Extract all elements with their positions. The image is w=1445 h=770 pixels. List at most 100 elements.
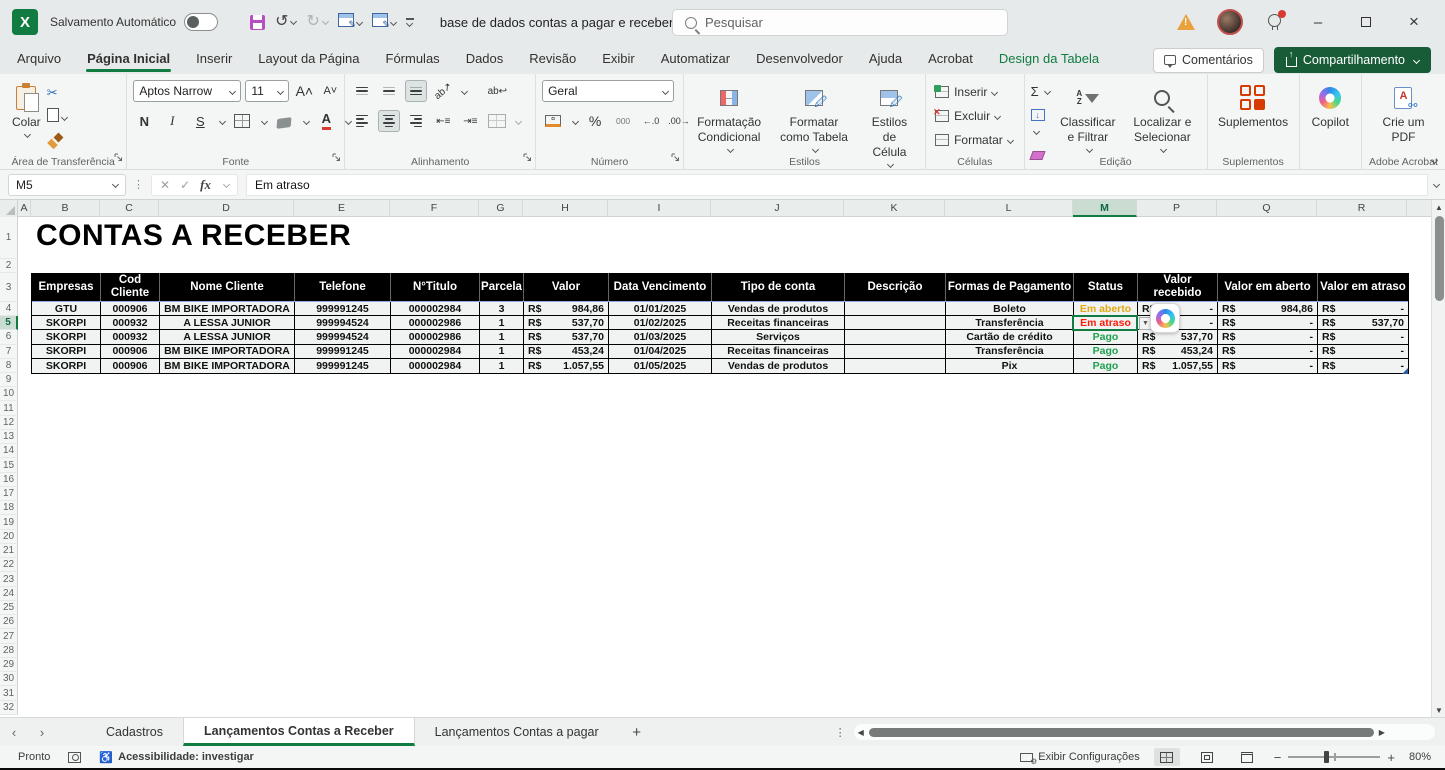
ribbon-tab-página-inicial[interactable]: Página Inicial <box>74 45 183 74</box>
comma-style-button[interactable]: 000 <box>612 110 634 132</box>
table-row[interactable]: SKORPI000932A LESSA JUNIOR99999452400000… <box>32 330 1408 344</box>
row-header-3[interactable]: 3 <box>0 273 18 302</box>
row-header-26[interactable]: 26 <box>0 615 18 629</box>
font-dialog-launcher-icon[interactable] <box>332 149 341 167</box>
row-header-30[interactable]: 30 <box>0 672 18 686</box>
column-header-J[interactable]: J <box>711 200 844 217</box>
alignment-dialog-launcher-icon[interactable] <box>523 149 532 167</box>
wrap-text-button[interactable]: ab↩ <box>486 80 508 102</box>
display-settings-button[interactable]: Exibir Configurações <box>1020 751 1140 763</box>
format-painter-button[interactable] <box>47 134 63 150</box>
tab-scroll-grip[interactable]: ⋮ <box>835 718 846 746</box>
ribbon-tab-ajuda[interactable]: Ajuda <box>856 45 915 74</box>
table-cell[interactable]: 999991245 <box>295 345 391 358</box>
save-icon[interactable] <box>250 15 265 30</box>
table-cell[interactable]: 3 <box>480 302 524 315</box>
fill-color-button[interactable] <box>273 110 295 132</box>
ribbon-tab-arquivo[interactable]: Arquivo <box>4 45 74 74</box>
draw-table-button[interactable] <box>338 13 362 32</box>
row-header-23[interactable]: 23 <box>0 572 18 586</box>
sheet-nav-left-icon[interactable]: ‹ <box>0 718 28 746</box>
excel-logo-icon[interactable]: X <box>12 9 38 35</box>
table-cell[interactable]: 999994524 <box>295 330 391 343</box>
table-cell[interactable]: 000932 <box>101 316 160 329</box>
minimize-button[interactable]: – <box>1305 14 1331 31</box>
normal-view-button[interactable] <box>1154 748 1180 766</box>
table-cell[interactable]: R$984,86 <box>1218 302 1318 315</box>
scroll-down-icon[interactable]: ▼ <box>1432 703 1445 717</box>
orientation-button[interactable]: ab↗ <box>428 76 459 107</box>
name-box[interactable]: M5 <box>8 174 126 196</box>
row-header-13[interactable]: 13 <box>0 430 18 444</box>
table-cell[interactable]: BM BIKE IMPORTADORA <box>160 359 295 373</box>
zoom-slider[interactable] <box>1288 756 1380 758</box>
table-cell[interactable]: 999991245 <box>295 302 391 315</box>
table-cell[interactable]: R$537,70 <box>524 330 609 343</box>
number-format-select[interactable]: Geral <box>542 80 674 102</box>
row-header-27[interactable]: 27 <box>0 629 18 643</box>
table-cell[interactable]: 999991245 <box>295 359 391 373</box>
ribbon-tab-exibir[interactable]: Exibir <box>589 45 648 74</box>
comments-button[interactable]: Comentários <box>1153 48 1264 73</box>
column-header-D[interactable]: D <box>159 200 294 217</box>
namebox-grip[interactable]: ⋮ <box>133 178 144 191</box>
horizontal-scroll-thumb[interactable] <box>869 728 1374 737</box>
page-layout-view-button[interactable] <box>1194 748 1220 766</box>
table-cell[interactable]: 1 <box>480 345 524 358</box>
find-select-button[interactable]: Localizar e Selecionar <box>1124 80 1200 155</box>
table-cell[interactable]: SKORPI <box>32 359 101 373</box>
macro-record-icon[interactable] <box>68 752 81 763</box>
ribbon-tab-automatizar[interactable]: Automatizar <box>648 45 743 74</box>
insert-cells-button[interactable]: Inserir <box>932 82 1000 102</box>
horizontal-scrollbar[interactable]: ◀ ▶ <box>854 724 1435 740</box>
column-header-M[interactable]: M <box>1073 200 1137 217</box>
table-cell[interactable]: 999994524 <box>295 316 391 329</box>
table-cell[interactable]: R$1.057,55 <box>1138 359 1218 373</box>
align-middle-button[interactable] <box>378 80 400 102</box>
sheet-tab-cadastros[interactable]: Cadastros <box>86 718 183 746</box>
bold-button[interactable]: N <box>133 110 155 132</box>
row-header-24[interactable]: 24 <box>0 587 18 601</box>
column-header-Q[interactable]: Q <box>1217 200 1317 217</box>
column-header-A[interactable]: A <box>18 200 31 217</box>
ribbon-tab-fórmulas[interactable]: Fórmulas <box>373 45 453 74</box>
table-cell[interactable]: R$- <box>1218 359 1318 373</box>
table-cell[interactable]: 1 <box>480 330 524 343</box>
row-header-12[interactable]: 12 <box>0 416 18 430</box>
row-header-28[interactable]: 28 <box>0 644 18 658</box>
formula-input[interactable]: Em atraso <box>246 174 1428 196</box>
italic-button[interactable]: I <box>161 110 183 132</box>
share-button[interactable]: Compartilhamento <box>1274 47 1431 73</box>
ribbon-tab-inserir[interactable]: Inserir <box>183 45 245 74</box>
table-cell[interactable]: Em aberto <box>1074 302 1138 315</box>
row-header-15[interactable]: 15 <box>0 458 18 472</box>
table-cell[interactable]: BM BIKE IMPORTADORA <box>160 345 295 358</box>
sort-filter-button[interactable]: AZ Classificar e Filtrar <box>1053 80 1122 155</box>
format-cells-button[interactable]: Formatar <box>932 130 1016 150</box>
align-center-button[interactable] <box>378 110 400 132</box>
table-cell[interactable]: Pago <box>1074 345 1138 358</box>
table-cell[interactable]: R$- <box>1218 345 1318 358</box>
worksheet-grid[interactable]: CONTAS A RECEBER EmpresasCod ClienteNome… <box>0 217 1431 717</box>
conditional-formatting-button[interactable]: Formatação Condicional <box>690 80 768 155</box>
column-header-C[interactable]: C <box>100 200 159 217</box>
table-cell[interactable]: R$- <box>1318 345 1408 358</box>
row-header-31[interactable]: 31 <box>0 686 18 700</box>
table-cell[interactable] <box>845 302 946 315</box>
new-sheet-button[interactable]: + <box>619 718 655 746</box>
table-cell[interactable]: R$- <box>1218 316 1318 329</box>
table-cell[interactable]: R$- <box>1218 330 1318 343</box>
borders-button[interactable] <box>231 110 253 132</box>
increase-decimal-button[interactable]: ←.0 <box>640 110 662 132</box>
table-cell[interactable]: Transferência <box>946 345 1074 358</box>
row-header-10[interactable]: 10 <box>0 387 18 401</box>
row-header-22[interactable]: 22 <box>0 558 18 572</box>
delete-cells-button[interactable]: Excluir <box>932 106 1003 126</box>
table-cell[interactable]: Receitas financeiras <box>712 345 845 358</box>
column-header-K[interactable]: K <box>844 200 945 217</box>
column-header-F[interactable]: F <box>390 200 479 217</box>
row-header-17[interactable]: 17 <box>0 487 18 501</box>
column-header-E[interactable]: E <box>294 200 390 217</box>
clipboard-dialog-launcher-icon[interactable] <box>114 149 123 167</box>
font-color-button[interactable]: A <box>315 110 337 132</box>
